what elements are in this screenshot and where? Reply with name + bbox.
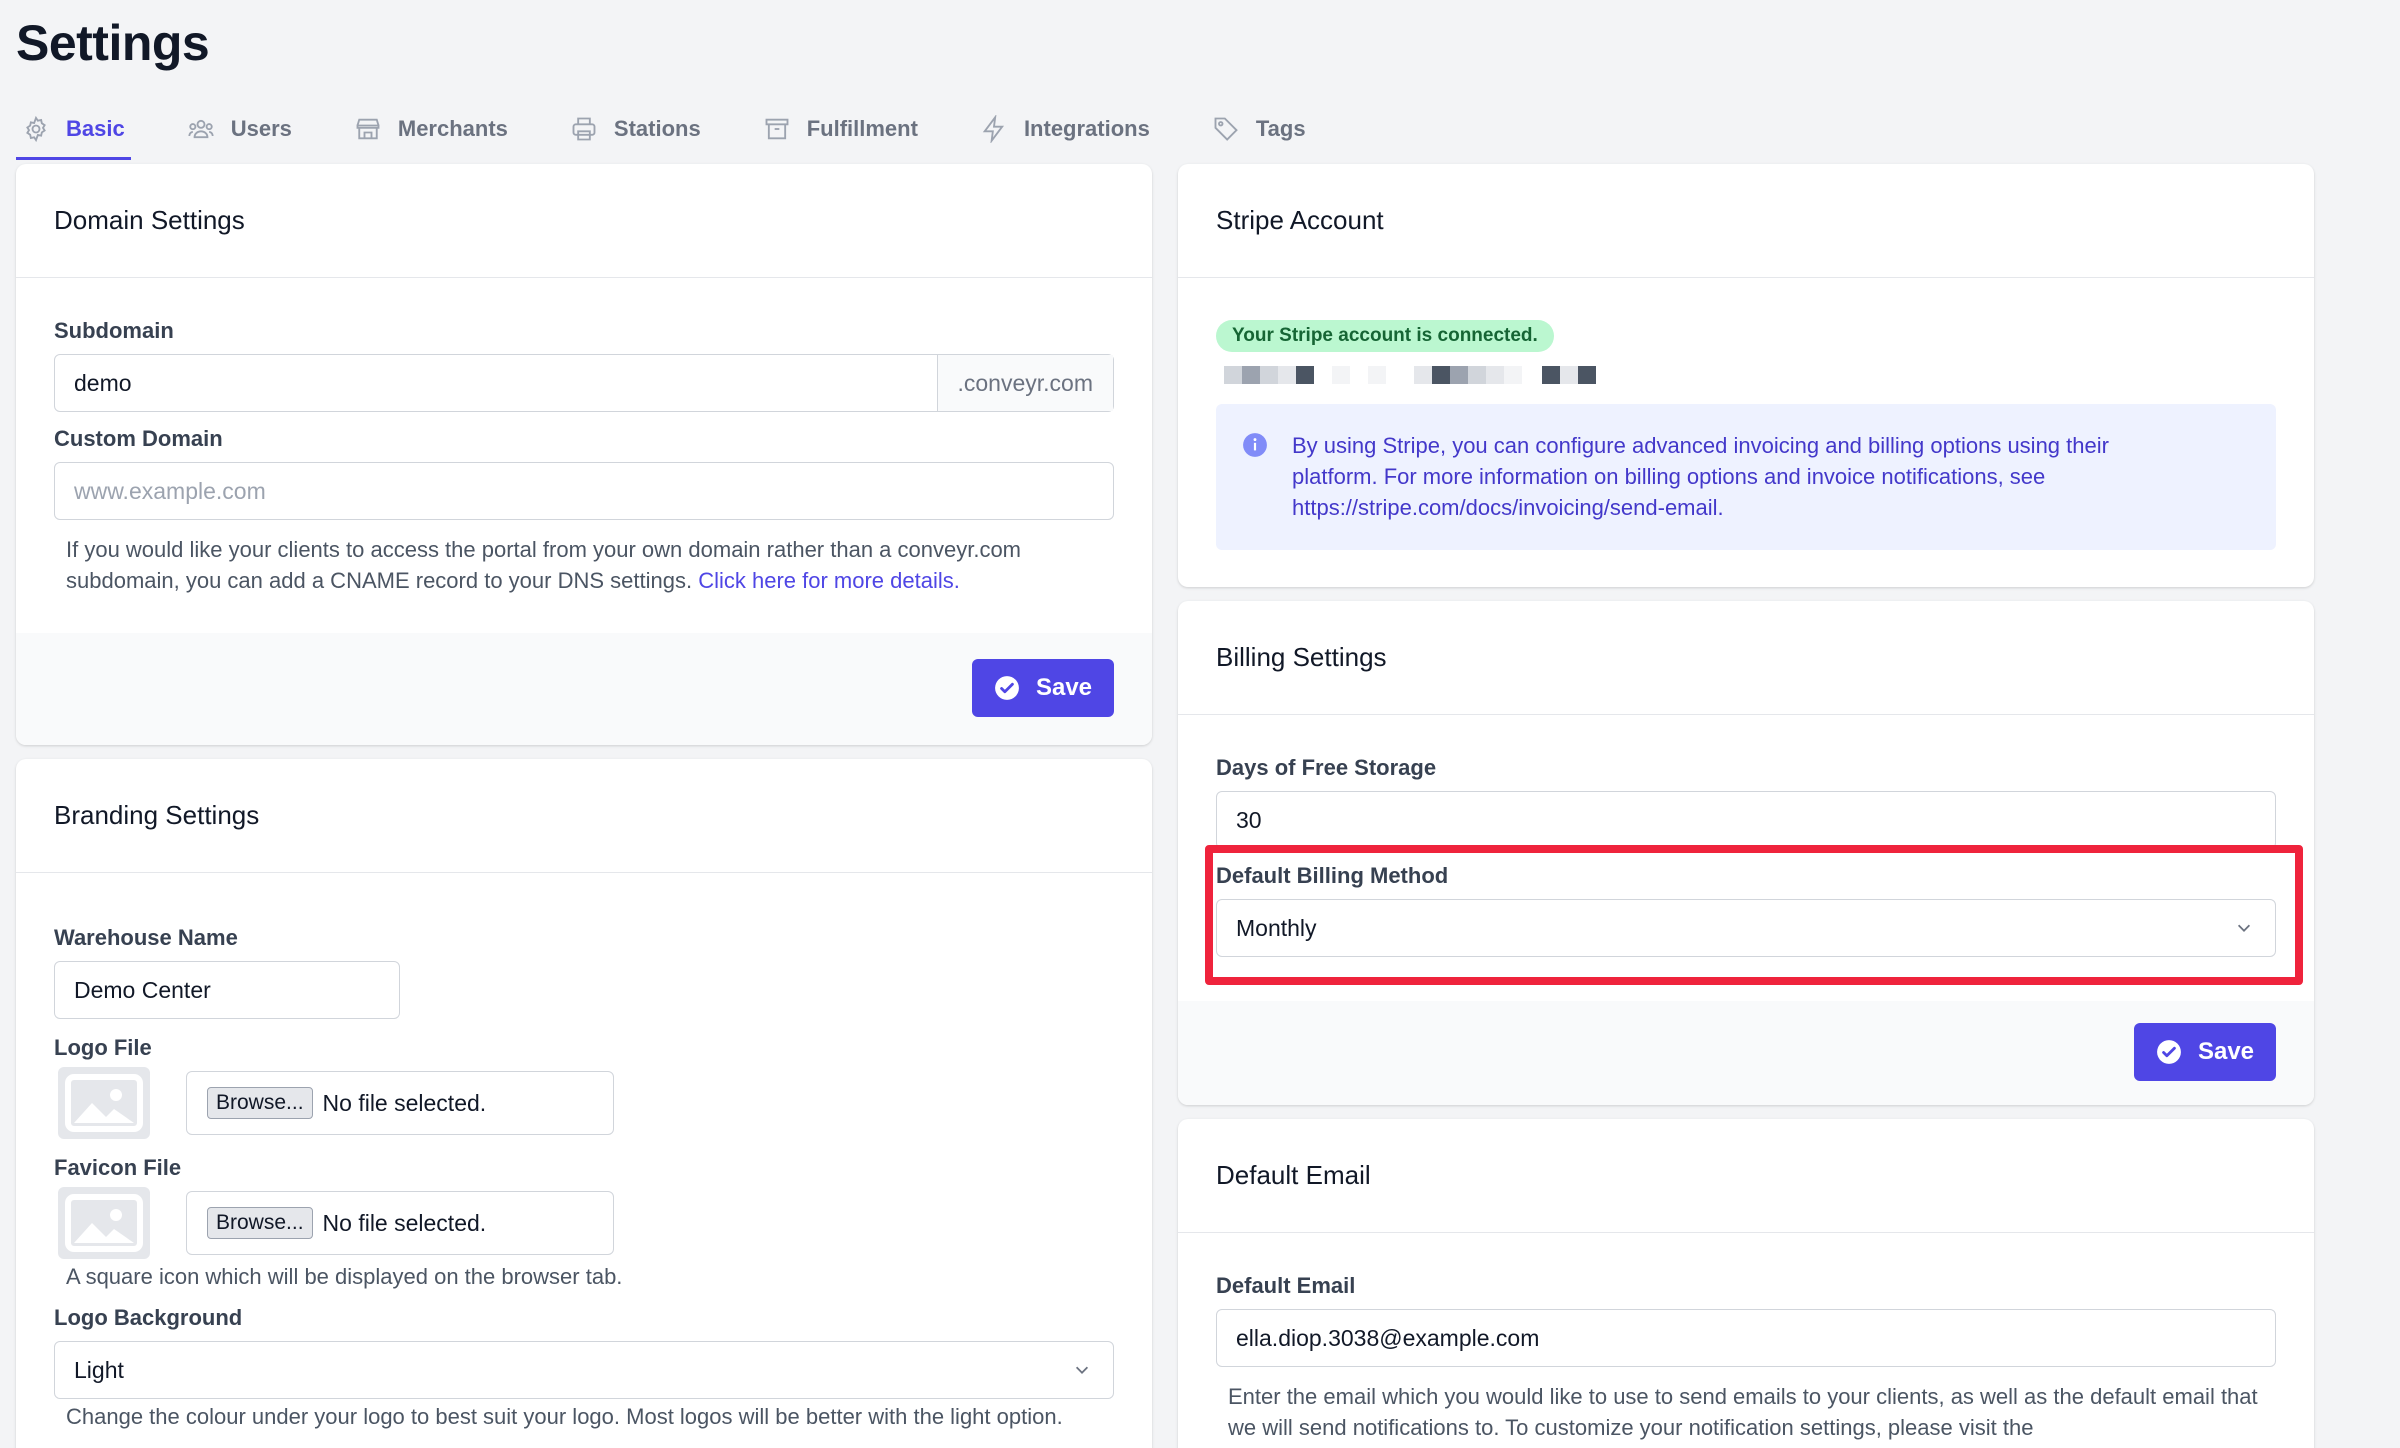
printer-icon [572, 117, 596, 141]
tab-tags[interactable]: Tags [1206, 98, 1312, 160]
users-icon [188, 119, 214, 139]
warehouse-name-input[interactable]: Demo Center [54, 961, 400, 1019]
tab-basic[interactable]: Basic [16, 98, 131, 160]
tab-label: Fulfillment [806, 116, 918, 141]
info-icon [1243, 433, 1267, 457]
default-email-label: Default Email [1216, 1273, 1356, 1298]
tab-label: Merchants [397, 116, 508, 141]
warehouse-name-value: Demo Center [74, 976, 211, 1003]
card-footer: Save [16, 633, 1152, 745]
billing-method-value: Monthly [1236, 914, 1317, 941]
logo-file-input[interactable]: Browse... No file selected. [186, 1071, 614, 1135]
stripe-info-box: By using Stripe, you can configure advan… [1216, 404, 2276, 550]
tag-icon [1214, 117, 1238, 141]
archive-box-icon [765, 118, 789, 140]
page-title: Settings [16, 15, 210, 71]
browse-button[interactable]: Browse... [207, 1087, 313, 1119]
tab-users[interactable]: Users [181, 98, 298, 160]
custom-domain-label: Custom Domain [54, 426, 223, 451]
info-text: By using Stripe, you can configure advan… [1292, 433, 2109, 489]
subdomain-suffix: .conveyr.com [936, 355, 1113, 411]
logo-background-label: Logo Background [54, 1305, 243, 1330]
tab-label: Integrations [1023, 116, 1150, 141]
tab-stations[interactable]: Stations [564, 98, 707, 160]
stripe-docs-link[interactable]: https://stripe.com/docs/invoicing/send-e… [1292, 495, 1718, 520]
info-end: . [1717, 495, 1724, 520]
tab-label: Tags [1255, 116, 1306, 141]
subdomain-input[interactable]: demo .conveyr.com [54, 354, 1114, 412]
status-badge: Your Stripe account is connected. [1216, 320, 1554, 352]
save-label: Save [2197, 1038, 2255, 1065]
details-link[interactable]: Click here for more details. [698, 568, 960, 593]
tab-integrations[interactable]: Integrations [974, 98, 1156, 160]
warehouse-name-label: Warehouse Name [54, 925, 238, 950]
custom-domain-help: If you would like your clients to access… [66, 534, 1106, 596]
billing-method-select[interactable]: Monthly [1216, 899, 2276, 957]
free-storage-value: 30 [1236, 806, 1262, 833]
tab-label: Basic [66, 116, 125, 141]
chevron-down-icon [1075, 1366, 1089, 1374]
logo-preview [58, 1067, 150, 1139]
store-icon [356, 118, 380, 140]
tab-label: Users [230, 116, 292, 141]
logo-file-label: Logo File [54, 1035, 152, 1060]
check-circle-icon [995, 676, 1019, 700]
tab-merchants[interactable]: Merchants [348, 98, 514, 160]
check-circle-icon [2157, 1040, 2181, 1064]
domain-settings-card: Domain Settings Subdomain demo .conveyr.… [16, 164, 1152, 745]
subdomain-label: Subdomain [54, 318, 174, 343]
custom-domain-input[interactable]: www.example.com [54, 462, 1114, 520]
favicon-preview [58, 1187, 150, 1259]
chevron-down-icon [2237, 924, 2251, 932]
save-label: Save [1035, 674, 1093, 701]
image-placeholder-icon [65, 1194, 143, 1252]
save-button[interactable]: Save [972, 659, 1114, 717]
gear-icon [26, 115, 46, 143]
settings-tabs: Basic Users Merchants Stations Fulfillme… [16, 98, 1362, 160]
image-placeholder-icon [65, 1074, 143, 1132]
bolt-icon [982, 115, 1004, 143]
no-file-text: No file selected. [322, 1209, 487, 1236]
tab-label: Stations [613, 116, 701, 141]
card-title: Branding Settings [16, 759, 1152, 873]
billing-settings-card: Billing Settings Days of Free Storage 30… [1178, 601, 2314, 1105]
free-storage-input[interactable]: 30 [1216, 791, 2276, 849]
stripe-info-text: By using Stripe, you can configure advan… [1292, 430, 2196, 523]
tab-fulfillment[interactable]: Fulfillment [757, 98, 924, 160]
card-footer: Save [1178, 1001, 2314, 1105]
account-id-redacted [1224, 366, 1624, 386]
favicon-help: A square icon which will be displayed on… [66, 1264, 623, 1289]
default-email-value: ella.diop.3038@example.com [1236, 1324, 1540, 1351]
billing-method-label: Default Billing Method [1216, 863, 1449, 888]
browse-button[interactable]: Browse... [207, 1207, 313, 1239]
card-title: Domain Settings [16, 164, 1152, 278]
logo-background-help: Change the colour under your logo to bes… [66, 1404, 1063, 1429]
no-file-text: No file selected. [322, 1089, 487, 1116]
free-storage-label: Days of Free Storage [1216, 755, 1437, 780]
logo-background-select[interactable]: Light [54, 1341, 1114, 1399]
custom-domain-placeholder: www.example.com [74, 477, 266, 504]
favicon-file-input[interactable]: Browse... No file selected. [186, 1191, 614, 1255]
branding-settings-card: Branding Settings Warehouse Name Demo Ce… [16, 759, 1152, 1448]
favicon-file-label: Favicon File [54, 1155, 182, 1180]
subdomain-value: demo [74, 369, 132, 396]
save-button[interactable]: Save [2134, 1023, 2276, 1081]
card-title: Stripe Account [1178, 164, 2314, 278]
default-email-card: Default Email Default Email ella.diop.30… [1178, 1119, 2314, 1448]
stripe-account-card: Stripe Account Your Stripe account is co… [1178, 164, 2314, 587]
card-title: Default Email [1178, 1119, 2314, 1233]
card-title: Billing Settings [1178, 601, 2314, 715]
logo-background-value: Light [74, 1356, 124, 1383]
default-email-input[interactable]: ella.diop.3038@example.com [1216, 1309, 2276, 1367]
default-email-help: Enter the email which you would like to … [1228, 1384, 2258, 1440]
